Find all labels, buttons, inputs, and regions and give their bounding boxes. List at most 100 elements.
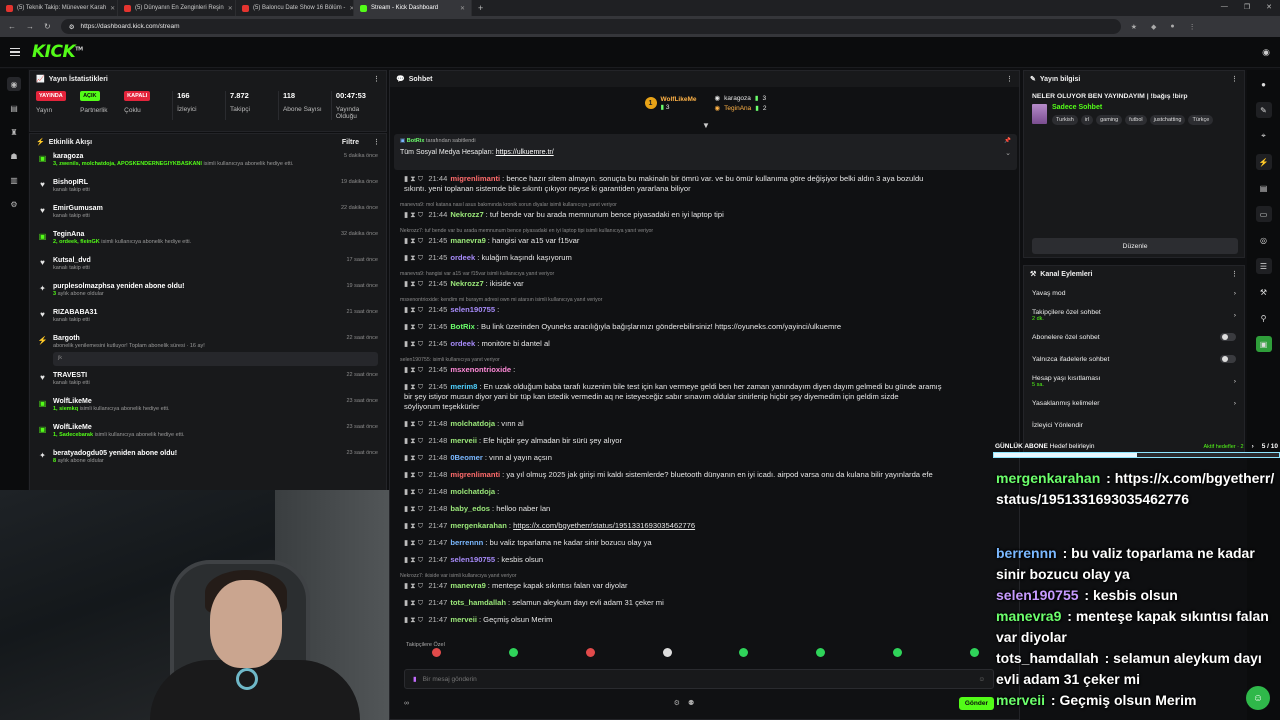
message-username[interactable]: berrennn [450,538,483,547]
activity-item[interactable]: ♥ Kutsal_dvd 17 saat önce kanalı takip etti [30,254,386,280]
top-donor-third[interactable]: ◉ TeginAna ▮ 2 [715,104,767,113]
more-icon[interactable]: ⋮ [373,75,380,83]
chat-message[interactable]: ▮ ⧗ ⛉ 21:47 manevra9: menteşe kapak sıkın… [404,581,1004,591]
mod-actions-icon[interactable]: ▮ ⧗ ⛉ [404,555,425,564]
message-username[interactable]: ordeek [450,253,475,262]
emote-icon[interactable] [739,647,749,657]
chevron-right-icon[interactable]: › [1234,378,1236,385]
message-username[interactable]: manevra9 [450,581,485,590]
close-icon[interactable]: ✕ [460,5,465,12]
mod-actions-icon[interactable]: ▮ ⧗ ⛉ [404,598,425,607]
activity-item[interactable]: ♥ EmirGumusam 22 dakika önce kanalı takip e… [30,202,386,228]
chat-message[interactable]: ▮ ⧗ ⛉ 21:48 molchatdoja: vınn al [404,419,1004,429]
dashboard-nav-icon[interactable]: ▤ [7,101,21,115]
kick-logo[interactable]: KICKTM [32,42,83,62]
users-icon[interactable]: ⚉ [688,699,694,707]
bolt-icon[interactable]: ⚡ [1255,154,1272,170]
channel-action-row[interactable]: Takipçilere özel sohbet 2 dk. › [1024,304,1244,326]
message-username[interactable]: Nekrozz7 [450,279,483,288]
browser-tab[interactable]: (5) Teknik Takip: Müneveer Karah ✕ [0,0,118,16]
reload-icon[interactable]: ↻ [44,22,51,31]
settings-icon[interactable]: ⚙ [674,699,680,707]
channel-action-row[interactable]: Yavaş mod › [1024,282,1244,304]
emote-icon[interactable] [431,647,441,657]
more-icon[interactable]: ⋮ [1231,270,1238,278]
chat-message[interactable]: ▮ ⧗ ⛉ 21:45 selen190755: [404,305,1004,315]
chevron-right-icon[interactable]: › [1252,443,1254,450]
mod-actions-icon[interactable]: ▮ ⧗ ⛉ [404,253,425,262]
message-link[interactable]: https://x.com/bgyetherr/status/195133169… [513,521,695,530]
close-window-icon[interactable]: ✕ [1266,3,1272,11]
minimize-icon[interactable]: — [1221,3,1228,11]
hamburger-menu-icon[interactable] [10,47,20,57]
message-username[interactable]: manevra9 [450,236,485,245]
infinity-icon[interactable]: ∞ [404,700,409,707]
stream-nav-icon[interactable]: ◉ [7,77,21,91]
activity-item[interactable]: ♥ BishopIRL 19 dakika önce kanalı takip ett… [30,176,386,202]
mod-actions-icon[interactable]: ▮ ⧗ ⛉ [404,236,425,245]
url-field[interactable]: ⚙ https://dashboard.kick.com/stream [60,19,1121,34]
chat-message[interactable]: ▮ ⧗ ⛉ 21:45 ordeek: kulağım kaşındı kaşıy… [404,253,1004,263]
mod-actions-icon[interactable]: ▮ ⧗ ⛉ [404,521,425,530]
kick-app-icon[interactable]: ▣ [1255,336,1272,352]
mod-actions-icon[interactable]: ▮ ⧗ ⛉ [404,305,425,314]
settings-nav-icon[interactable]: ⚙ [7,197,21,211]
category-name[interactable]: Sadece Sohbet [1052,104,1213,111]
tag-chip[interactable]: gaming [1096,115,1123,125]
mod-actions-icon[interactable]: ▮ ⧗ ⛉ [404,365,425,374]
chat-message[interactable]: ▮ ⧗ ⛉ 21:44 migrenlimanti: bence hazır si… [404,174,1004,194]
edit-icon[interactable]: ✎ [1255,102,1272,118]
chat-message[interactable]: ▮ ⧗ ⛉ 21:48 0Beomer: vınn al yayın açsın [404,453,1004,463]
message-username[interactable]: migrenlimanti [450,470,500,479]
maximize-icon[interactable]: ❐ [1244,3,1250,11]
chat-message[interactable]: ▮ ⧗ ⛉ 21:45 BotRix: Bu link üzerinden Oyu… [404,322,1004,332]
top-donor-first[interactable]: 1 WolfLikeMe ▮ 3 [644,96,697,111]
tag-chip[interactable]: Türkçe [1188,115,1214,125]
browser-tab-active[interactable]: Stream - Kick Dashboard ✕ [354,0,472,16]
chat-message[interactable]: ▮ ⧗ ⛉ 21:48 migrenlimanti: ya yıl olmuş 2… [404,470,1004,480]
message-username[interactable]: 0Beomer [450,453,483,462]
close-icon[interactable]: ✕ [228,5,233,12]
activity-item[interactable]: ✦ beratyadogdu05 yeniden abone oldu! 23 sa… [30,447,386,473]
scroll-down-icon[interactable]: ▼ [702,121,710,130]
bookmark-icon[interactable]: ★ [1131,23,1137,31]
emote-icon[interactable] [893,647,903,657]
browser-tab[interactable]: (5) Baloncu Date Show 16 Bölüm - ✕ [236,0,354,16]
chevron-right-icon[interactable]: › [1234,312,1236,319]
message-username[interactable]: selen190755 [450,555,495,564]
message-username[interactable]: ordeek [450,339,475,348]
message-username[interactable]: msxenontrioxide [450,365,511,374]
activity-item[interactable]: ♥ RIZABABA31 21 saat önce kanalı takip etti [30,306,386,332]
emote-icon[interactable] [508,647,518,657]
message-username[interactable]: Nekrozz7 [450,210,483,219]
chat-message[interactable]: ▮ ⧗ ⛉ 21:45 merim8: En uzak olduğum baba … [404,382,1004,412]
mod-actions-icon[interactable]: ▮ ⧗ ⛉ [404,279,425,288]
trophy-nav-icon[interactable]: ♜ [7,125,21,139]
mod-actions-icon[interactable]: ▮ ⧗ ⛉ [404,487,425,496]
pinned-link[interactable]: https://ulkuemre.tr/ [496,149,554,156]
mod-actions-icon[interactable]: ▮ ⧗ ⛉ [404,210,425,219]
radio-icon[interactable]: ◎ [1256,232,1272,248]
analytics-nav-icon[interactable]: ▥ [7,173,21,187]
tag-chip[interactable]: justchatting [1149,115,1186,125]
chat-message[interactable]: ▮ ⧗ ⛉ 21:48 baby_edos: helloo naber lan [404,504,1004,514]
message-username[interactable]: molchatdoja [450,419,495,428]
chat-input-box[interactable]: ▮ ☺ [404,669,994,689]
chat-message[interactable]: ▮ ⧗ ⛉ 21:48 molchatdoja: [404,487,1004,497]
mod-actions-icon[interactable]: ▮ ⧗ ⛉ [404,615,425,624]
chat-message[interactable]: ▮ ⧗ ⛉ 21:48 merveii: Efe hiçbir şey almad… [404,436,1004,446]
channel-action-row[interactable]: İzleyici Yönlendir [1024,414,1244,436]
chat-message[interactable]: ▮ ⧗ ⛉ 21:44 Nekrozz7: tuf bende var bu ar… [404,210,1004,220]
chat-message[interactable]: ▮ ⧗ ⛉ 21:47 selen190755: kesbis olsun [404,555,1004,565]
activity-item[interactable]: ♥ TRAVESTI 22 saat önce kanalı takip etti [30,369,386,395]
wrench-icon[interactable]: ⚒ [1256,284,1272,300]
mod-actions-icon[interactable]: ▮ ⧗ ⛉ [404,504,425,513]
mod-actions-icon[interactable]: ▮ ⧗ ⛉ [404,538,425,547]
menu-icon[interactable]: ⋮ [1189,23,1196,31]
channel-action-row[interactable]: Hesap yaşı kısıtlaması 5 sa. › [1024,370,1244,392]
profile-icon[interactable]: ● [1170,23,1174,31]
activity-item[interactable]: ▣ TeginAna 32 dakika önce 2, ordeek, fleinG… [30,228,386,254]
message-username[interactable]: merim8 [450,382,477,391]
mod-actions-icon[interactable]: ▮ ⧗ ⛉ [404,436,425,445]
tag-chip[interactable]: Turkish [1052,115,1078,125]
